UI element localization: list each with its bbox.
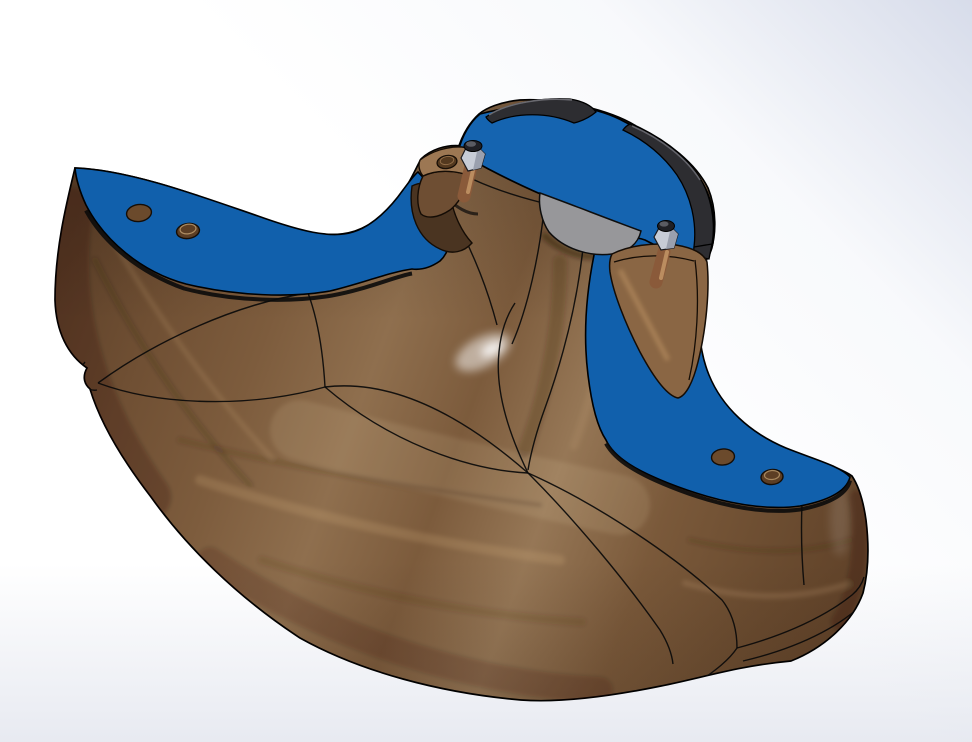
cad-viewport[interactable] bbox=[0, 0, 972, 742]
pin-left-cap-highlight bbox=[466, 141, 476, 147]
pin-right-cap-highlight bbox=[660, 221, 669, 226]
3d-model-render bbox=[0, 0, 972, 742]
